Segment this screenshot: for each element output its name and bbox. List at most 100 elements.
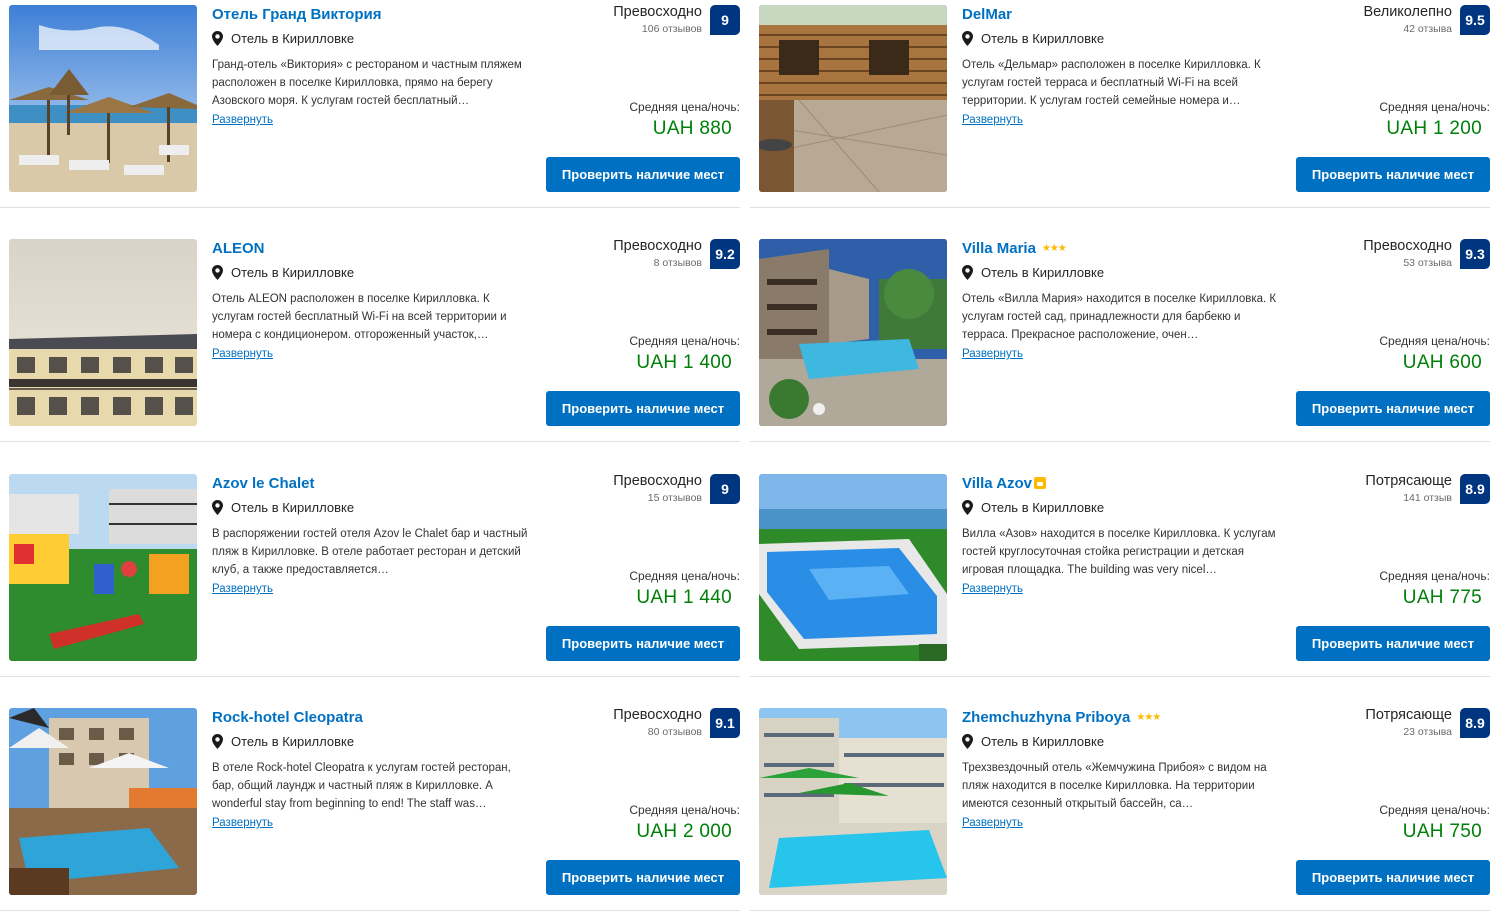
hotel-name-link[interactable]: Azov le Chalet — [212, 475, 315, 492]
avg-price-label: Средняя цена/ночь: — [629, 803, 740, 817]
hotel-location: Отель в Кирилловке — [212, 31, 354, 46]
hotel-card: Villa Maria ★★★ Отель в Кирилловке Отель … — [750, 234, 1490, 442]
check-availability-button[interactable]: Проверить наличие мест — [1296, 860, 1490, 895]
hotel-name-link[interactable]: Отель Гранд Виктория — [212, 6, 381, 23]
score-badge: 8.9 — [1460, 708, 1490, 738]
review-count: 80 отзывов — [647, 726, 702, 738]
pool-courtyard-photo[interactable] — [759, 239, 947, 426]
expand-link[interactable]: Развернуть — [212, 114, 273, 126]
wooden-house-photo[interactable] — [759, 5, 947, 192]
rating-word: Превосходно — [613, 707, 702, 723]
expand-link[interactable]: Развернуть — [212, 348, 273, 360]
hotel-name-link[interactable]: Rock-hotel Cleopatra — [212, 709, 363, 726]
building-balconies-photo[interactable] — [9, 239, 197, 426]
avg-price-label: Средняя цена/ночь: — [629, 569, 740, 583]
avg-price-label: Средняя цена/ночь: — [629, 334, 740, 348]
score-badge: 9 — [710, 474, 740, 504]
check-availability-button[interactable]: Проверить наличие мест — [546, 860, 740, 895]
location-pin-icon — [962, 31, 973, 46]
hotel-location: Отель в Кирилловке — [962, 500, 1104, 515]
beach-umbrellas-photo[interactable] — [9, 5, 197, 192]
expand-link[interactable]: Развернуть — [962, 583, 1023, 595]
price-value: UAH 600 — [1402, 352, 1482, 373]
hotel-name-link[interactable]: Villa Maria ★★★ — [962, 240, 1067, 257]
hotel-description: В распоряжении гостей отеля Azov le Chal… — [212, 528, 528, 576]
hotel-name-link[interactable]: ALEON — [212, 240, 265, 257]
hotel-card: Rock-hotel Cleopatra Отель в Кирилловке … — [0, 703, 740, 911]
avg-price-label: Средняя цена/ночь: — [629, 100, 740, 114]
check-availability-button[interactable]: Проверить наличие мест — [1296, 626, 1490, 661]
pool-sea-photo[interactable] — [759, 474, 947, 661]
rating-word: Великолепно — [1363, 4, 1452, 20]
rating-word: Потрясающе — [1365, 707, 1452, 723]
location-pin-icon — [212, 734, 223, 749]
hotel-location: Отель в Кирилловке — [212, 734, 354, 749]
check-availability-button[interactable]: Проверить наличие мест — [546, 391, 740, 426]
hotel-location: Отель в Кирилловке — [962, 31, 1104, 46]
expand-link[interactable]: Развернуть — [212, 583, 273, 595]
check-availability-button[interactable]: Проверить наличие мест — [1296, 157, 1490, 192]
hotel-name-link[interactable]: DelMar — [962, 6, 1012, 23]
price-value: UAH 880 — [652, 118, 732, 139]
score-badge: 8.9 — [1460, 474, 1490, 504]
hotel-location: Отель в Кирилловке — [212, 265, 354, 280]
hotel-card: Отель Гранд Виктория Отель в Кирилловке … — [0, 0, 740, 208]
expand-link[interactable]: Развернуть — [212, 817, 273, 829]
hotel-card: Azov le Chalet Отель в Кирилловке В расп… — [0, 469, 740, 677]
hotel-card: ALEON Отель в Кирилловке Отель ALEON рас… — [0, 234, 740, 442]
price-value: UAH 1 200 — [1386, 118, 1482, 139]
location-pin-icon — [212, 265, 223, 280]
review-count: 141 отзыв — [1403, 492, 1452, 504]
hotel-card: DelMar Отель в Кирилловке Отель «Дельмар… — [750, 0, 1490, 208]
hotel-location: Отель в Кирилловке — [962, 734, 1104, 749]
price-value: UAH 775 — [1402, 587, 1482, 608]
check-availability-button[interactable]: Проверить наличие мест — [546, 626, 740, 661]
location-pin-icon — [962, 734, 973, 749]
review-count: 8 отзывов — [653, 257, 702, 269]
hotel-location: Отель в Кирилловке — [962, 265, 1104, 280]
rating-word: Превосходно — [613, 238, 702, 254]
score-badge: 9 — [710, 5, 740, 35]
review-count: 15 отзывов — [647, 492, 702, 504]
avg-price-label: Средняя цена/ночь: — [1379, 334, 1490, 348]
hotel-location: Отель в Кирилловке — [212, 500, 354, 515]
review-count: 53 отзыва — [1403, 257, 1452, 269]
hotel-name-link[interactable]: Villa Azov — [962, 475, 1047, 492]
review-count: 23 отзыва — [1403, 726, 1452, 738]
hotel-pool-courtyard-photo[interactable] — [759, 708, 947, 895]
score-badge: 9.1 — [710, 708, 740, 738]
avg-price-label: Средняя цена/ночь: — [1379, 100, 1490, 114]
avg-price-label: Средняя цена/ночь: — [1379, 569, 1490, 583]
score-badge: 9.3 — [1460, 239, 1490, 269]
hotel-description: Отель «Вилла Мария» находится в поселке … — [962, 293, 1277, 341]
review-count: 106 отзывов — [641, 23, 702, 35]
hotel-results-grid: Отель Гранд Виктория Отель в Кирилловке … — [0, 0, 1500, 913]
price-value: UAH 2 000 — [636, 821, 732, 842]
hotel-description: Трехзвездочный отель «Жемчужина Прибоя» … — [962, 762, 1267, 810]
rating-word: Превосходно — [613, 4, 702, 20]
price-value: UAH 1 440 — [636, 587, 732, 608]
hotel-card: Villa Azov Отель в Кирилловке Вилла «Азо… — [750, 469, 1490, 677]
hotel-pool-umbrellas-photo[interactable] — [9, 708, 197, 895]
hotel-card: Zhemchuzhyna Priboya ★★★ Отель в Кириллов… — [750, 703, 1490, 911]
expand-link[interactable]: Развернуть — [962, 817, 1023, 829]
playground-photo[interactable] — [9, 474, 197, 661]
score-badge: 9.2 — [710, 239, 740, 269]
expand-link[interactable]: Развернуть — [962, 114, 1023, 126]
hotel-description: Вилла «Азов» находится в поселке Кирилло… — [962, 528, 1276, 576]
rating-word: Потрясающе — [1365, 473, 1452, 489]
check-availability-button[interactable]: Проверить наличие мест — [1296, 391, 1490, 426]
star-rating-icon: ★★★ — [1136, 712, 1161, 723]
preferred-partner-icon — [1034, 477, 1047, 489]
hotel-description: Отель ALEON расположен в поселке Кирилло… — [212, 293, 507, 341]
hotel-name-link[interactable]: Zhemchuzhyna Priboya ★★★ — [962, 709, 1161, 726]
check-availability-button[interactable]: Проверить наличие мест — [546, 157, 740, 192]
location-pin-icon — [212, 31, 223, 46]
location-pin-icon — [212, 500, 223, 515]
star-rating-icon: ★★★ — [1041, 243, 1067, 254]
rating-word: Превосходно — [613, 473, 702, 489]
expand-link[interactable]: Развернуть — [962, 348, 1023, 360]
hotel-description: В отеле Rock-hotel Cleopatra к услугам г… — [212, 762, 511, 810]
avg-price-label: Средняя цена/ночь: — [1379, 803, 1490, 817]
rating-word: Превосходно — [1363, 238, 1452, 254]
